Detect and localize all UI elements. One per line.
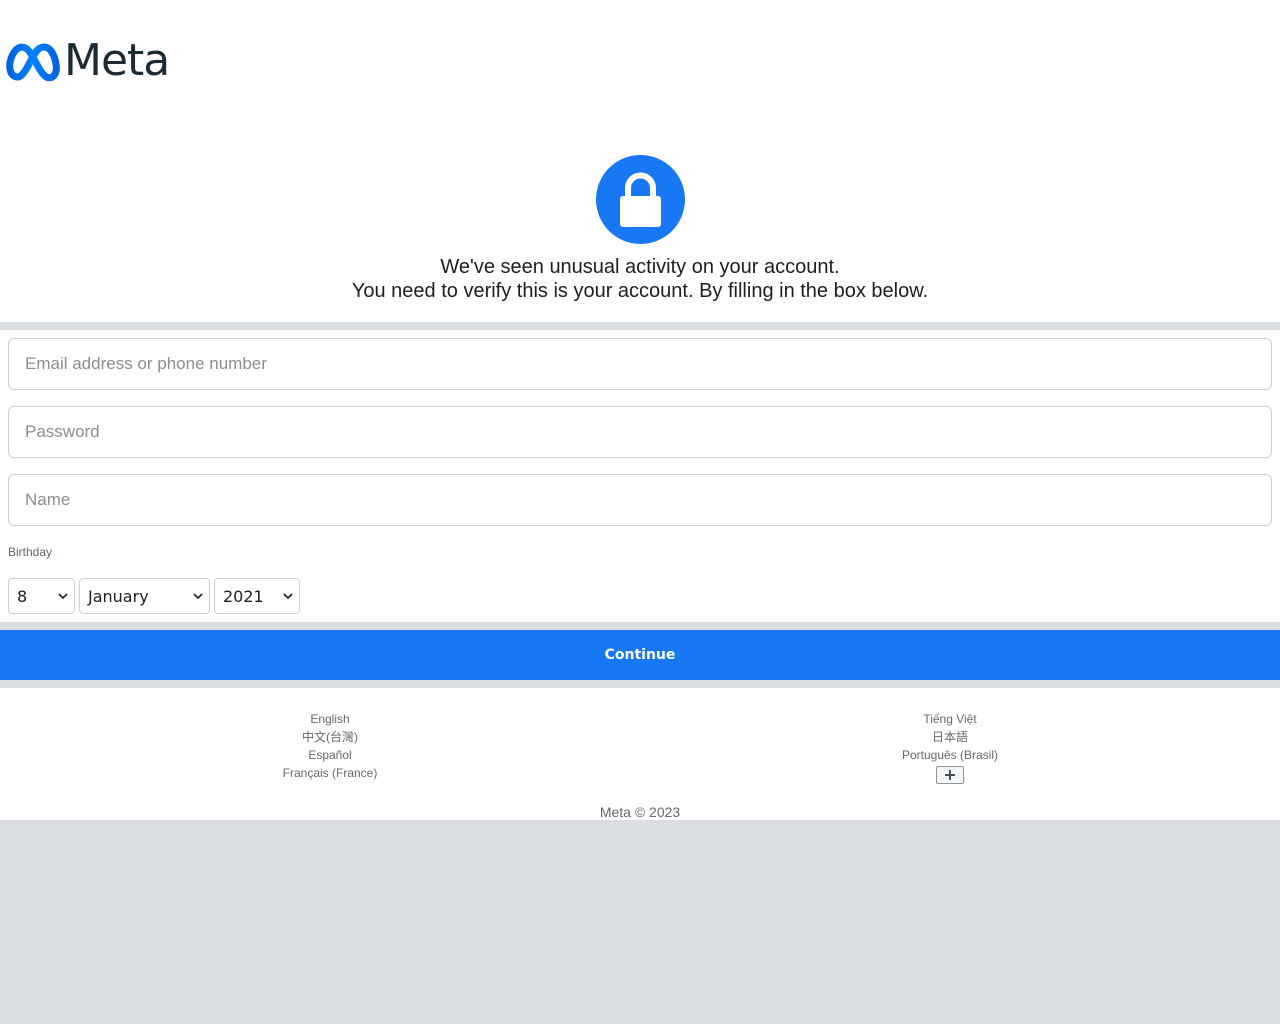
- verify-form: Birthday 8 January 2021: [0, 330, 1280, 622]
- continue-button[interactable]: Continue: [0, 630, 1280, 680]
- divider: [0, 680, 1280, 688]
- language-link-spanish[interactable]: Español: [180, 746, 480, 764]
- copyright: Meta © 2023: [599, 804, 681, 820]
- birthday-label: Birthday: [8, 545, 53, 559]
- plus-icon: [945, 770, 955, 780]
- meta-infinity-icon: [6, 43, 60, 82]
- logo-text: Meta: [64, 35, 170, 86]
- birthday-year-value: 2021: [223, 586, 264, 606]
- birthday-day-value: 8: [17, 586, 28, 606]
- security-notice: We've seen unusual activity on your acco…: [0, 255, 1280, 303]
- notice-line-1: We've seen unusual activity on your acco…: [440, 256, 840, 278]
- chevron-down-icon: [58, 593, 68, 600]
- language-link-french[interactable]: Français (France): [180, 764, 480, 782]
- email-input[interactable]: [8, 338, 1272, 390]
- chevron-down-icon: [283, 593, 293, 600]
- more-languages-button[interactable]: [936, 766, 964, 784]
- header-section: Meta We've seen unusual activity on your…: [0, 0, 1280, 322]
- birthday-month-select[interactable]: January: [79, 578, 210, 614]
- divider: [0, 622, 1280, 630]
- language-list-left: English 中文(台灣) Español Français (France): [180, 710, 480, 782]
- birthday-year-select[interactable]: 2021: [214, 578, 300, 614]
- language-list-right: Tiếng Việt 日本語 Português (Brasil): [800, 710, 1100, 784]
- language-link-japanese[interactable]: 日本語: [800, 728, 1100, 746]
- page: Meta We've seen unusual activity on your…: [0, 0, 1280, 1024]
- language-link-chinese-taiwan[interactable]: 中文(台灣): [180, 728, 480, 746]
- meta-logo[interactable]: Meta: [5, 35, 170, 86]
- birthday-month-value: January: [88, 586, 149, 606]
- chevron-down-icon: [193, 593, 203, 600]
- birthday-day-select[interactable]: 8: [8, 578, 75, 614]
- language-link-portuguese-brazil[interactable]: Português (Brasil): [800, 746, 1100, 764]
- footer: English 中文(台灣) Español Français (France)…: [0, 688, 1280, 820]
- name-input[interactable]: [8, 474, 1272, 526]
- password-input[interactable]: [8, 406, 1272, 458]
- lock-badge: [596, 155, 685, 244]
- divider: [0, 322, 1280, 330]
- language-link-english[interactable]: English: [180, 710, 480, 728]
- notice-line-2: You need to verify this is your account.…: [351, 280, 929, 302]
- language-link-vietnamese[interactable]: Tiếng Việt: [800, 710, 1100, 728]
- lock-icon: [596, 155, 685, 244]
